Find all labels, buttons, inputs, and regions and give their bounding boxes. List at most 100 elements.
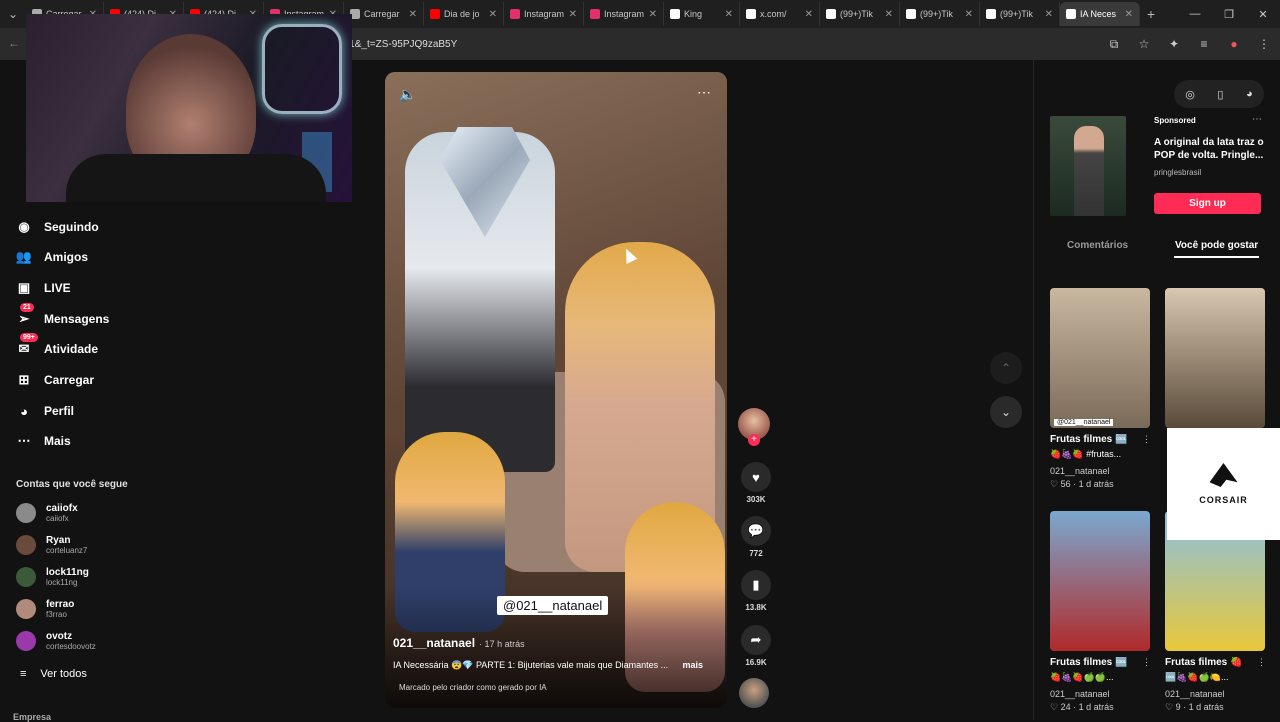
see-all-button[interactable]: ≡ Ver todos <box>20 668 87 680</box>
tab-you-may-like[interactable]: Você pode gostar <box>1175 240 1258 251</box>
extensions-icon[interactable]: ✦ <box>1164 32 1184 56</box>
browser-tab[interactable]: King ✕ <box>664 2 740 26</box>
tab-close-icon[interactable]: ✕ <box>569 9 577 20</box>
tab-favicon-icon <box>670 9 680 19</box>
caption-more-button[interactable]: mais <box>682 660 703 670</box>
browser-tab[interactable]: (99+)Tik ✕ <box>820 2 900 26</box>
tab-close-icon[interactable]: ✕ <box>1125 9 1133 20</box>
browser-tab[interactable]: Dia de jo ✕ <box>424 2 504 26</box>
ad-image[interactable] <box>1050 116 1126 216</box>
sidebar-item-carregar[interactable]: ⊞ Carregar <box>14 370 94 390</box>
video-watermark: @021__natanael <box>497 596 609 615</box>
new-tab-button[interactable]: + <box>1140 6 1162 22</box>
video-thumbnail[interactable]: @021__natanael <box>1050 288 1150 428</box>
bookmark-star-icon[interactable]: ☆ <box>1134 32 1154 56</box>
video-player[interactable]: 🔈 ⋯ @021__natanael 021__natanael · 17 h a… <box>385 72 727 708</box>
user-avatar-icon[interactable]: ◕ <box>1246 88 1253 100</box>
ad-title[interactable]: A original da lata traz o POP de volta. … <box>1154 136 1266 162</box>
recommended-video-card[interactable]: Frutas filmes 🆒 🍓🍇🍓🍏🍏... 021__natanael ♡ 24… <box>1050 511 1151 713</box>
follow-plus-icon[interactable]: + <box>748 434 760 446</box>
media-control-icon[interactable]: ≡ <box>1194 32 1214 56</box>
browser-tab[interactable]: x.com/ ✕ <box>740 2 820 26</box>
ad-signup-button[interactable]: Sign up <box>1154 193 1261 214</box>
tab-close-icon[interactable]: ✕ <box>805 9 813 20</box>
profile-avatar-icon[interactable]: ● <box>1224 32 1244 56</box>
browser-menu-icon[interactable]: ⋮ <box>1254 32 1274 56</box>
recommended-video-card[interactable]: @021__natanael Frutas filmes 🆒 🍓🍇🍓 #frutas… <box>1050 288 1151 490</box>
tab-label: Dia de jo <box>444 9 480 19</box>
followed-account[interactable]: ferrao f3rrao <box>16 599 74 619</box>
browser-tab[interactable]: (99+)Tik ✕ <box>980 2 1060 26</box>
streamer-shirt <box>66 154 326 202</box>
comment-button[interactable]: 💬 772 <box>739 516 773 558</box>
sidebar-item-seguindo[interactable]: ◉ Seguindo <box>14 217 98 237</box>
like-button[interactable]: ♥ 303K <box>739 462 773 504</box>
music-disc-avatar[interactable] <box>739 678 769 708</box>
close-window-icon[interactable]: ✕ <box>1246 8 1280 21</box>
tab-close-icon[interactable]: ✕ <box>725 9 733 20</box>
tab-comments[interactable]: Comentários <box>1067 240 1128 251</box>
followed-account[interactable]: caiiofx caiiofx <box>16 503 78 523</box>
tab-close-icon[interactable]: ✕ <box>489 9 497 20</box>
tab-close-icon[interactable]: ✕ <box>1045 9 1053 20</box>
followed-account[interactable]: lock11ng lock11ng <box>16 567 89 587</box>
restore-icon[interactable]: ❐ <box>1212 8 1246 21</box>
minimize-icon[interactable]: — <box>1178 8 1212 21</box>
back-icon[interactable]: ← <box>8 36 20 50</box>
tab-search-icon[interactable]: ⌄ <box>0 0 26 28</box>
account-handle: lock11ng <box>46 578 78 587</box>
share-button[interactable]: ➦ 16.9K <box>739 625 773 667</box>
account-name: Ryan <box>46 535 71 546</box>
save-button[interactable]: ▮ 13.8K <box>739 570 773 612</box>
card-user[interactable]: 021__natanael <box>1050 466 1150 476</box>
sidebar-item-mais[interactable]: ⋯ Mais <box>14 431 71 451</box>
volume-icon[interactable]: 🔈 <box>399 86 416 103</box>
tab-favicon-icon <box>826 9 836 19</box>
sidebar-item-label: Carregar <box>44 373 95 387</box>
sidebar-item-perfil[interactable]: ◕ Perfil <box>14 401 74 421</box>
followed-account[interactable]: Ryan corteluanz7 <box>16 535 87 555</box>
sidebar-item-label: LIVE <box>44 281 71 295</box>
compass-icon[interactable]: ◎ <box>1185 88 1195 101</box>
sidebar-item-live[interactable]: ▣ LIVE <box>14 278 71 298</box>
video-thumbnail[interactable] <box>1050 511 1150 651</box>
install-app-icon[interactable]: ⧉ <box>1104 32 1124 56</box>
account-name: caiiofx <box>46 503 78 514</box>
card-user[interactable]: 021__natanael <box>1165 689 1265 699</box>
browser-tab[interactable]: IA Neces ✕ <box>1060 2 1140 26</box>
ad-more-icon[interactable]: ⋯ <box>1252 114 1262 125</box>
tab-close-icon[interactable]: ✕ <box>885 9 893 20</box>
tab-label: King <box>684 9 703 19</box>
card-more-icon[interactable]: ⋮ <box>1257 657 1266 668</box>
share-icon: ➦ <box>741 625 771 655</box>
tab-close-icon[interactable]: ✕ <box>965 9 973 20</box>
card-more-icon[interactable]: ⋮ <box>1142 434 1151 445</box>
recommended-video-card[interactable]: Frutas filmes 🍓 🆒🍇🍓🍏🍋... 021__natanael ♡ 9 … <box>1165 511 1266 713</box>
browser-tab[interactable]: Carregar ✕ <box>344 2 424 26</box>
browser-tab[interactable]: Instagram ✕ <box>584 2 664 26</box>
tab-label: Carregar <box>364 9 400 19</box>
ad-brand[interactable]: pringlesbrasil <box>1154 168 1201 177</box>
recommended-video-card[interactable] <box>1165 288 1265 428</box>
author-name[interactable]: 021__natanael <box>393 636 475 650</box>
video-author[interactable]: 021__natanael · 17 h atrás <box>393 636 525 650</box>
phone-icon[interactable]: ▯ <box>1217 88 1223 101</box>
card-more-icon[interactable]: ⋮ <box>1142 657 1151 668</box>
previous-video-button[interactable]: ⌃ <box>990 352 1022 384</box>
url-field[interactable]: r=1&_t=ZS-95PJQ9zaB5Y <box>340 32 1110 56</box>
next-video-button[interactable]: ⌄ <box>990 396 1022 428</box>
sidebar-item-amigos[interactable]: 👥 Amigos <box>14 247 88 267</box>
account-text: lock11ng lock11ng <box>46 567 89 587</box>
browser-tab[interactable]: (99+)Tik ✕ <box>900 2 980 26</box>
sidebar-item-mensagens[interactable]: ➢ 21 Mensagens <box>14 303 109 329</box>
video-more-icon[interactable]: ⋯ <box>697 84 711 101</box>
tab-close-icon[interactable]: ✕ <box>649 9 657 20</box>
followed-account[interactable]: ovotz cortesdoovotz <box>16 631 96 651</box>
sidebar-item-atividade[interactable]: ✉ 99+ Atividade <box>14 333 98 359</box>
company-link[interactable]: Empresa <box>13 712 51 722</box>
avatar <box>16 567 36 587</box>
video-thumbnail[interactable] <box>1165 288 1265 428</box>
browser-tab[interactable]: Instagram ✕ <box>504 2 584 26</box>
card-user[interactable]: 021__natanael <box>1050 689 1150 699</box>
tab-close-icon[interactable]: ✕ <box>409 9 417 20</box>
